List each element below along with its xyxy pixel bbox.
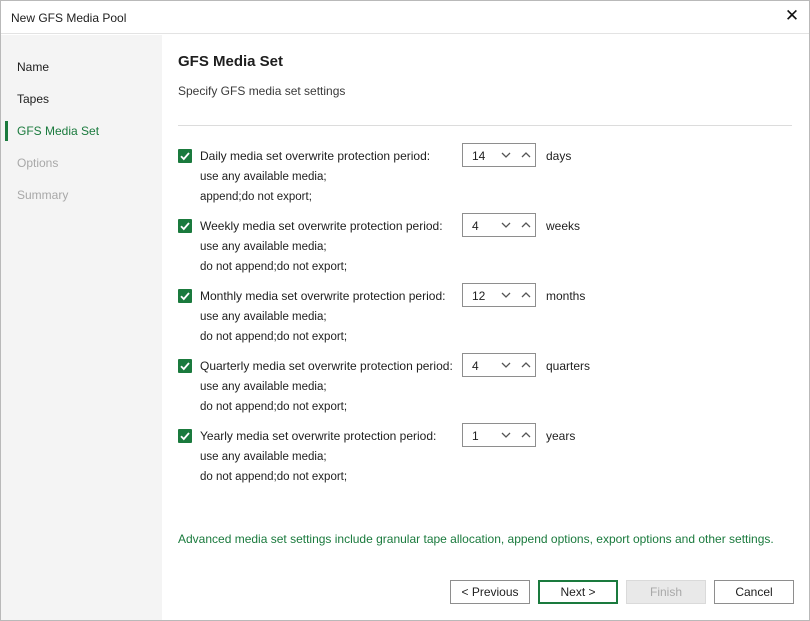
yearly-increment-button[interactable] xyxy=(518,427,534,443)
chevron-up-icon xyxy=(521,292,531,298)
weekly-period-value[interactable]: 4 xyxy=(472,219,479,233)
quarterly-desc-media: use any available media; xyxy=(200,381,327,393)
monthly-desc-media: use any available media; xyxy=(200,311,327,323)
check-icon xyxy=(180,152,190,161)
monthly-checkbox[interactable] xyxy=(178,289,192,303)
weekly-row: Weekly media set overwrite protection pe… xyxy=(178,213,798,279)
weekly-period-stepper[interactable]: 4 xyxy=(462,213,536,237)
quarterly-period-value[interactable]: 4 xyxy=(472,359,479,373)
chevron-up-icon xyxy=(521,362,531,368)
yearly-period-value[interactable]: 1 xyxy=(472,429,479,443)
page-title: GFS Media Set xyxy=(178,53,284,70)
quarterly-unit: quarters xyxy=(546,359,591,373)
finish-button: Finish xyxy=(626,580,706,604)
daily-increment-button[interactable] xyxy=(518,147,534,163)
quarterly-row: Quarterly media set overwrite protection… xyxy=(178,353,798,419)
chevron-up-icon xyxy=(521,432,531,438)
sidebar-item-name[interactable]: Name xyxy=(1,55,162,79)
chevron-down-icon xyxy=(501,222,511,228)
daily-label: Daily media set overwrite protection per… xyxy=(200,149,431,163)
daily-desc-options: append;do not export; xyxy=(200,191,312,203)
next-button[interactable]: Next > xyxy=(538,580,618,604)
cancel-button[interactable]: Cancel xyxy=(714,580,794,604)
sidebar-item-summary: Summary xyxy=(17,188,69,202)
quarterly-checkbox[interactable] xyxy=(178,359,192,373)
check-icon xyxy=(180,362,190,371)
quarterly-label: Quarterly media set overwrite protection… xyxy=(200,359,453,373)
weekly-checkbox[interactable] xyxy=(178,219,192,233)
yearly-unit: years xyxy=(546,429,576,443)
daily-period-value[interactable]: 14 xyxy=(472,149,485,163)
header-divider xyxy=(178,125,792,126)
daily-period-stepper[interactable]: 14 xyxy=(462,143,536,167)
weekly-desc-options: do not append;do not export; xyxy=(200,261,348,273)
page-subtitle: Specify GFS media set settings xyxy=(178,84,346,98)
monthly-decrement-button[interactable] xyxy=(498,287,514,303)
weekly-decrement-button[interactable] xyxy=(498,217,514,233)
yearly-period-stepper[interactable]: 1 xyxy=(462,423,536,447)
daily-checkbox[interactable] xyxy=(178,149,192,163)
weekly-desc-media: use any available media; xyxy=(200,241,327,253)
check-icon xyxy=(180,292,190,301)
monthly-desc-options: do not append;do not export; xyxy=(200,331,348,343)
weekly-label: Weekly media set overwrite protection pe… xyxy=(200,219,443,233)
previous-button[interactable]: < Previous xyxy=(450,580,530,604)
chevron-down-icon xyxy=(501,292,511,298)
quarterly-desc-options: do not append;do not export; xyxy=(200,401,348,413)
monthly-row: Monthly media set overwrite protection p… xyxy=(178,283,798,349)
monthly-unit: months xyxy=(546,289,586,303)
yearly-decrement-button[interactable] xyxy=(498,427,514,443)
close-icon[interactable]: ✕ xyxy=(783,7,801,25)
quarterly-period-stepper[interactable]: 4 xyxy=(462,353,536,377)
weekly-unit: weeks xyxy=(546,219,581,233)
main-content: GFS Media Set Specify GFS media set sett… xyxy=(162,35,809,620)
yearly-desc-options: do not append;do not export; xyxy=(200,471,348,483)
monthly-period-stepper[interactable]: 12 xyxy=(462,283,536,307)
chevron-down-icon xyxy=(501,152,511,158)
wizard-steps-sidebar: Name Tapes GFS Media Set Options Summary xyxy=(1,35,162,620)
title-bar: New GFS Media Pool ✕ xyxy=(1,1,809,34)
chevron-down-icon xyxy=(501,362,511,368)
weekly-increment-button[interactable] xyxy=(518,217,534,233)
monthly-period-value[interactable]: 12 xyxy=(472,289,485,303)
advanced-settings-link[interactable]: Advanced media set settings include gran… xyxy=(178,532,774,546)
daily-decrement-button[interactable] xyxy=(498,147,514,163)
yearly-checkbox[interactable] xyxy=(178,429,192,443)
chevron-up-icon xyxy=(521,222,531,228)
daily-row: Daily media set overwrite protection per… xyxy=(178,143,798,209)
monthly-label: Monthly media set overwrite protection p… xyxy=(200,289,446,303)
window-title: New GFS Media Pool xyxy=(11,11,127,25)
daily-unit: days xyxy=(546,149,572,163)
sidebar-item-tapes[interactable]: Tapes xyxy=(1,87,162,111)
yearly-desc-media: use any available media; xyxy=(200,451,327,463)
check-icon xyxy=(180,222,190,231)
dialog-window: New GFS Media Pool ✕ Name Tapes GFS Medi… xyxy=(0,0,810,621)
daily-desc-media: use any available media; xyxy=(200,171,327,183)
check-icon xyxy=(180,432,190,441)
quarterly-decrement-button[interactable] xyxy=(498,357,514,373)
chevron-down-icon xyxy=(501,432,511,438)
chevron-up-icon xyxy=(521,152,531,158)
yearly-row: Yearly media set overwrite protection pe… xyxy=(178,423,798,489)
monthly-increment-button[interactable] xyxy=(518,287,534,303)
yearly-label: Yearly media set overwrite protection pe… xyxy=(200,429,437,443)
sidebar-item-gfs-media-set[interactable]: GFS Media Set xyxy=(1,119,162,143)
sidebar-item-options: Options xyxy=(17,156,59,170)
quarterly-increment-button[interactable] xyxy=(518,357,534,373)
